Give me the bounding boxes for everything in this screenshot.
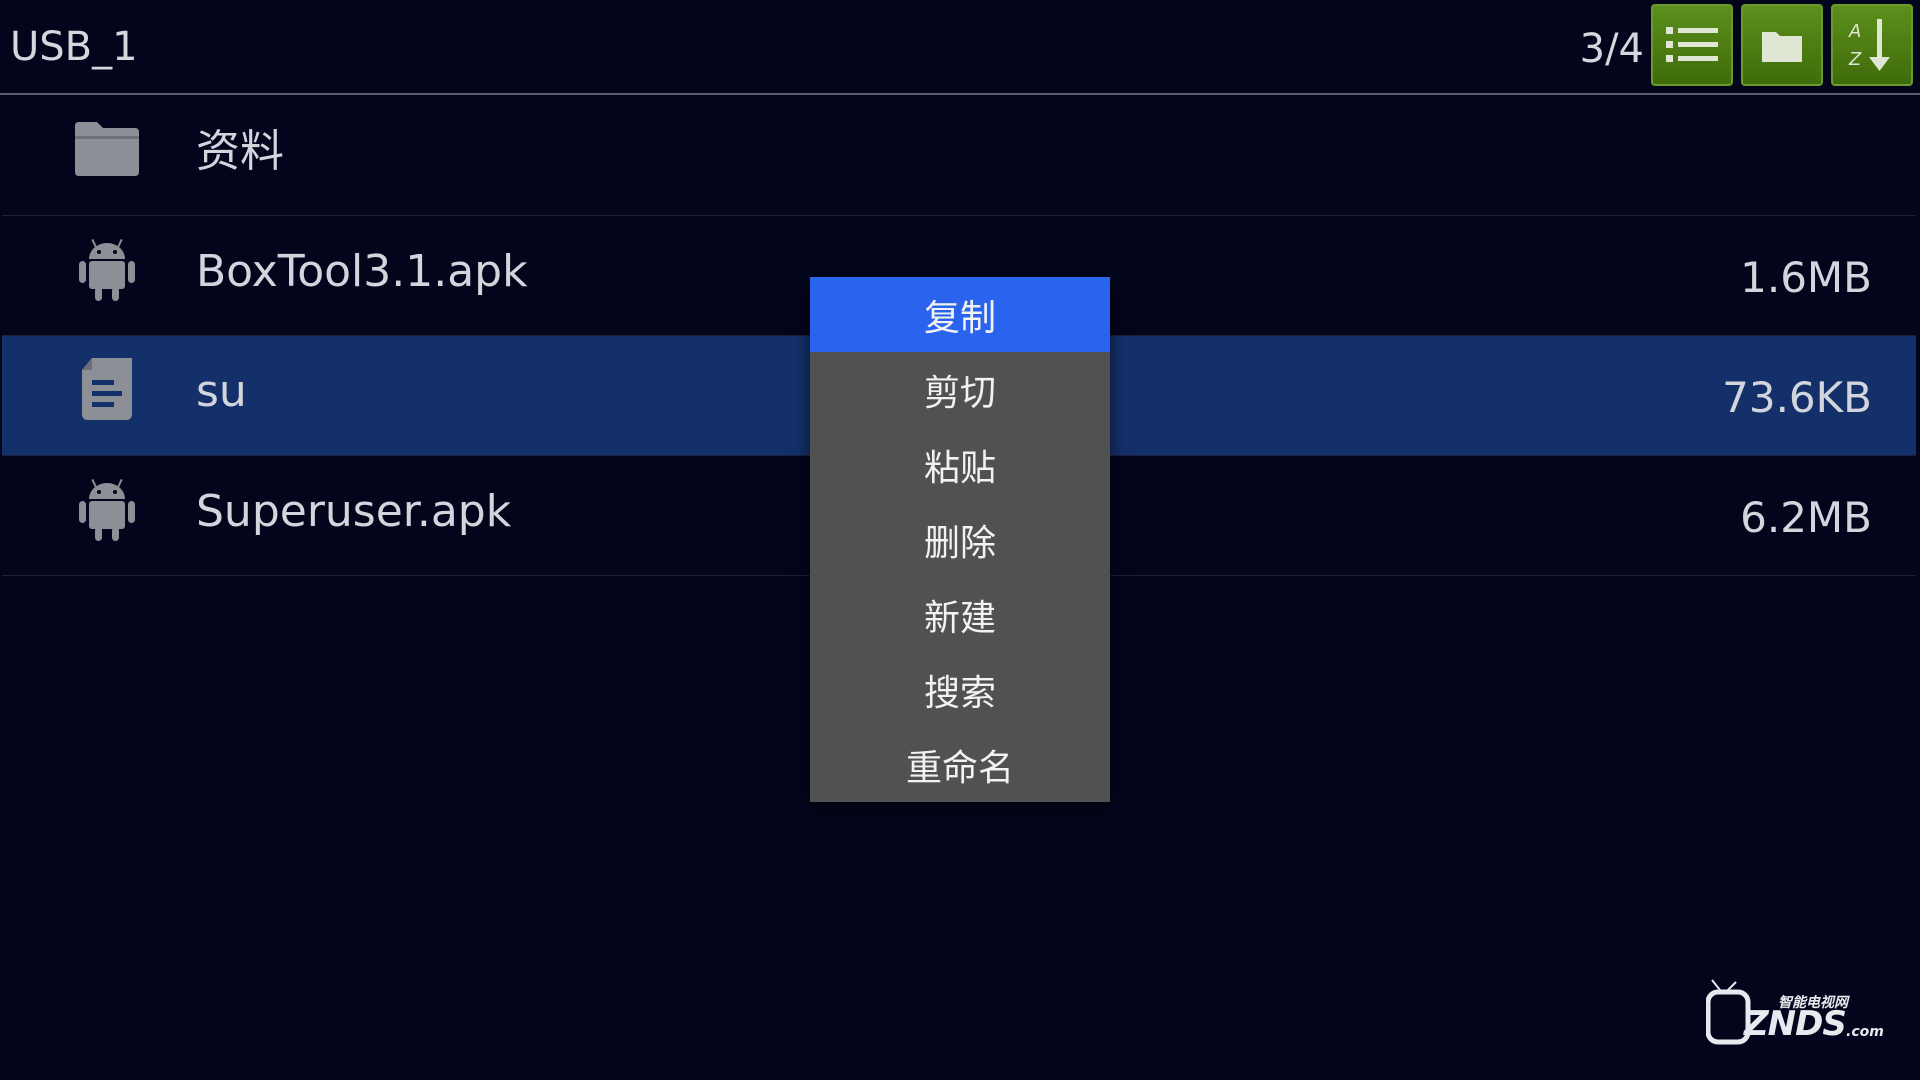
- android-icon: [72, 474, 142, 544]
- file-name: su: [196, 366, 247, 417]
- file-name: 资料: [196, 126, 284, 177]
- znds-watermark-logo: 智能电视网 ZNDS .com: [1706, 978, 1884, 1048]
- list-view-button[interactable]: [1651, 4, 1733, 86]
- menu-item-delete[interactable]: 删除: [810, 502, 1110, 577]
- page-indicator: 3/4: [1579, 26, 1644, 72]
- list-icon: [1666, 27, 1718, 62]
- file-size: 6.2MB: [1740, 493, 1872, 542]
- file-row-folder[interactable]: 资料: [2, 96, 1916, 216]
- file-name: BoxTool3.1.apk: [196, 246, 528, 297]
- header-bar: USB_1 3/4 A Z: [0, 0, 1920, 95]
- svg-text:A: A: [1848, 21, 1861, 42]
- sort-button[interactable]: A Z: [1831, 4, 1913, 86]
- document-icon: [72, 354, 142, 424]
- file-manager-screen: USB_1 3/4 A Z 资料 BoxTool3.1.apk 1.6MB su…: [0, 0, 1920, 1080]
- file-size: 1.6MB: [1740, 253, 1872, 302]
- folder-icon: [1762, 32, 1802, 62]
- menu-item-copy[interactable]: 复制: [810, 277, 1110, 352]
- menu-item-cut[interactable]: 剪切: [810, 352, 1110, 427]
- file-name: Superuser.apk: [196, 486, 512, 537]
- menu-item-paste[interactable]: 粘贴: [810, 427, 1110, 502]
- menu-item-new[interactable]: 新建: [810, 577, 1110, 652]
- menu-item-rename[interactable]: 重命名: [810, 727, 1110, 802]
- context-menu: 复制 剪切 粘贴 删除 新建 搜索 重命名: [810, 277, 1110, 802]
- watermark-suffix: .com: [1846, 1024, 1884, 1040]
- current-path: USB_1: [10, 24, 138, 70]
- folder-icon: [72, 114, 142, 184]
- svg-text:Z: Z: [1848, 49, 1862, 70]
- new-folder-button[interactable]: [1741, 4, 1823, 86]
- menu-item-search[interactable]: 搜索: [810, 652, 1110, 727]
- sort-az-icon: A Z: [1848, 19, 1890, 71]
- watermark-text: ZNDS: [1744, 1004, 1847, 1044]
- file-size: 73.6KB: [1722, 373, 1872, 422]
- android-icon: [72, 234, 142, 304]
